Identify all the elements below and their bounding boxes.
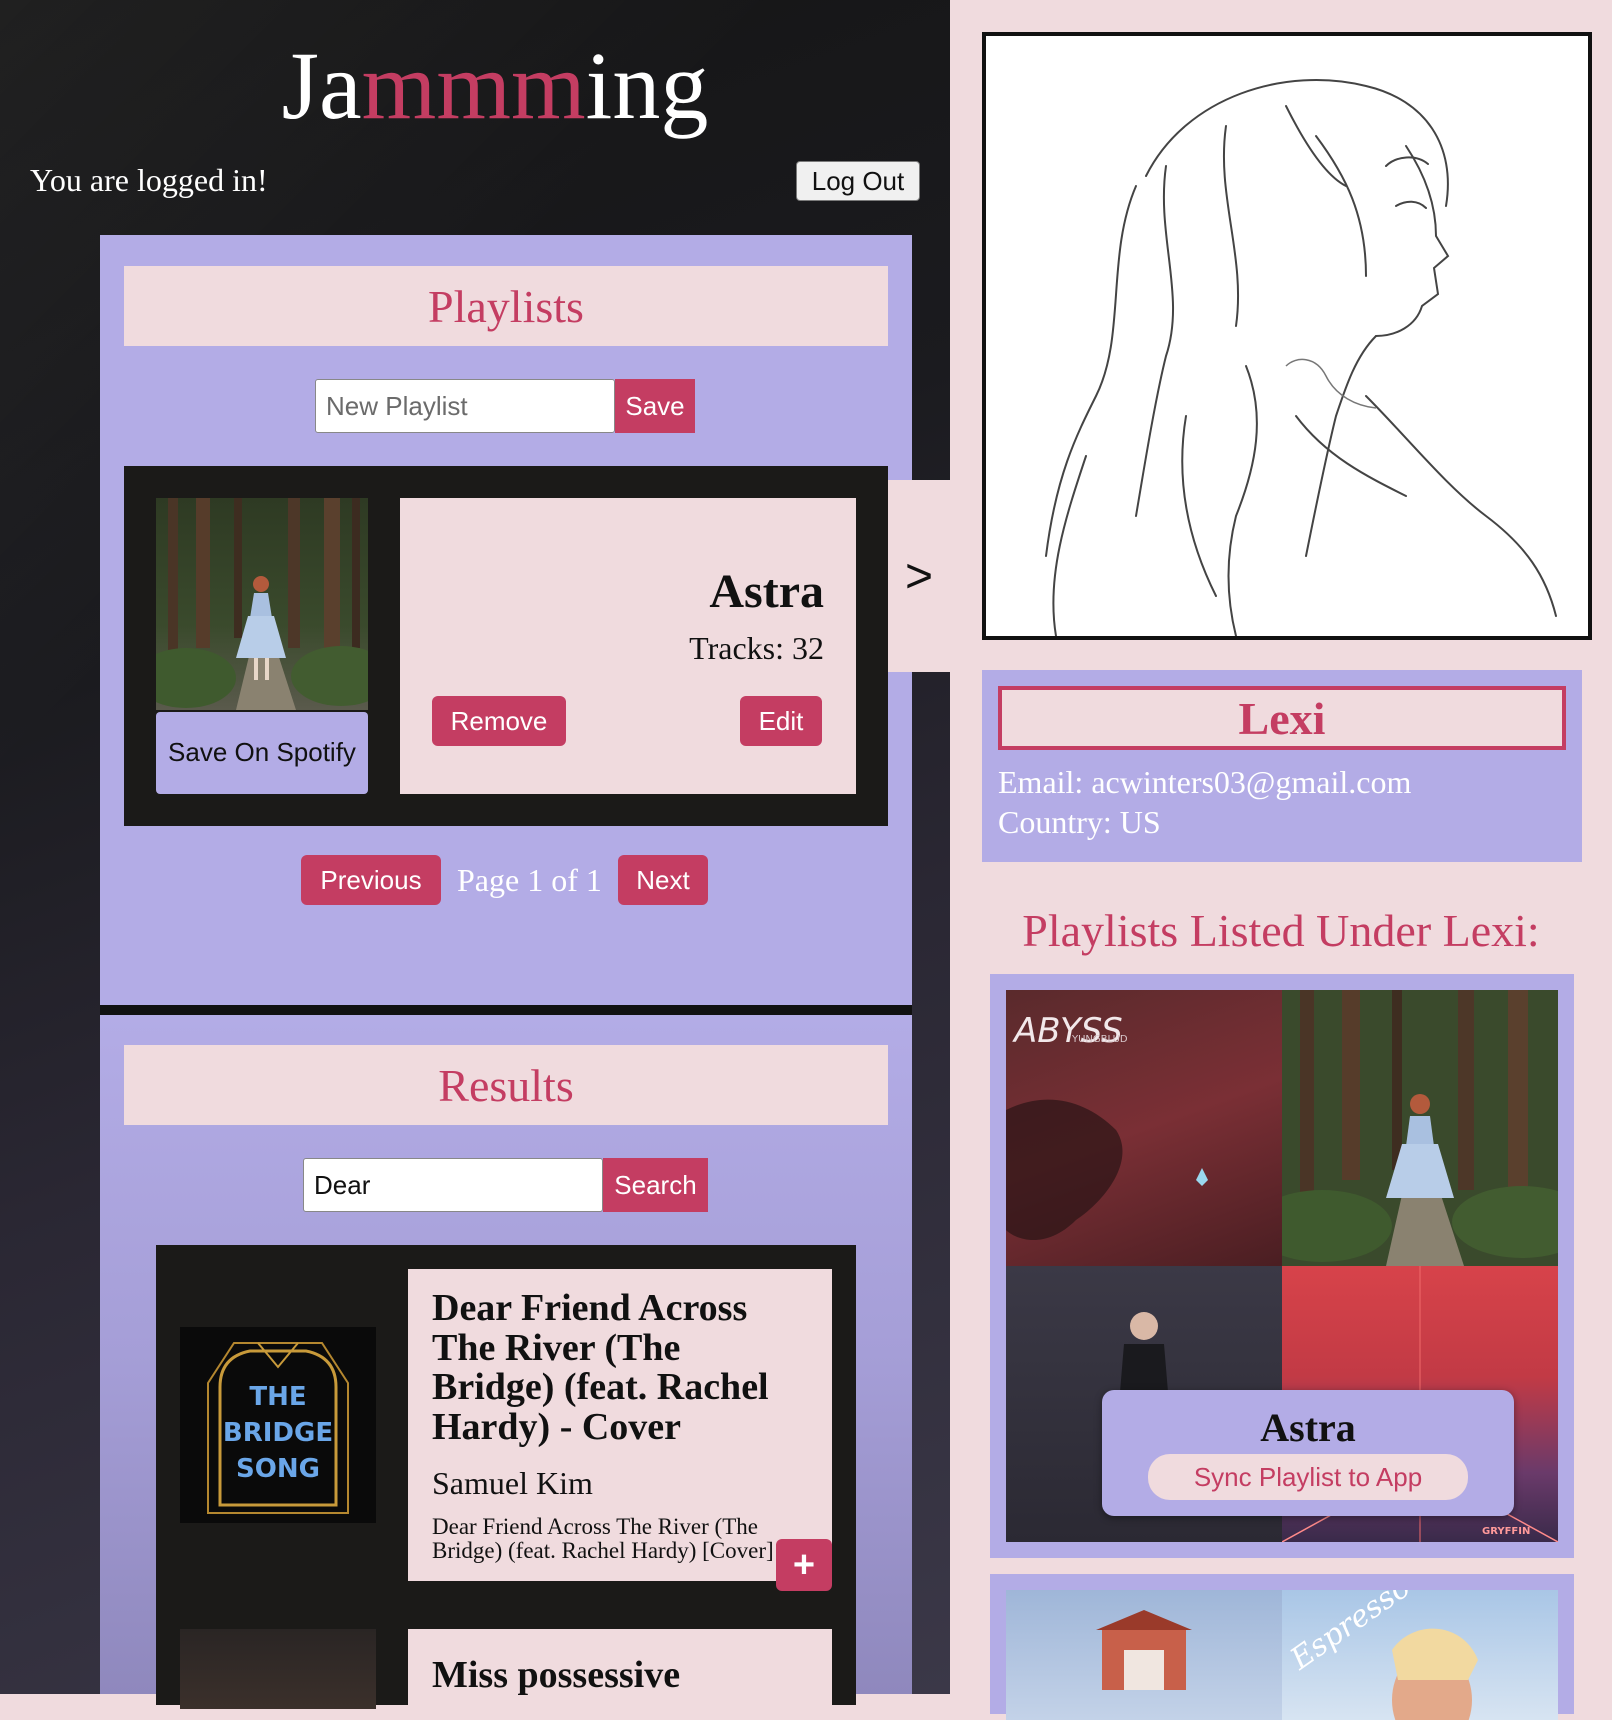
playlist-name: Astra (709, 565, 824, 618)
login-status: You are logged in! (30, 162, 268, 198)
playlist-card: Save On Spotify Astra Tracks: 32 Remove … (124, 466, 888, 826)
track-album: Dear Friend Across The River (The Bridge… (432, 1514, 774, 1564)
playlist-info: Astra Tracks: 32 Remove Edit (400, 498, 856, 794)
cover-text-line-1: THE (249, 1382, 306, 1412)
results-list: THE BRIDGE SONG Dear Friend Across The R… (156, 1245, 856, 1709)
track-2-cover-image (180, 1629, 376, 1709)
track-2-info: Miss possessive (408, 1629, 832, 1709)
profile-image (982, 32, 1592, 640)
playlist-track-count: Tracks: 32 (689, 630, 824, 666)
user-email: Email: acwinters03@gmail.com (998, 764, 1412, 800)
app-title-part-3: ing (585, 32, 709, 139)
track-artist: Samuel Kim (432, 1465, 593, 1501)
cover-tile-1-subtext: YUNGBLUD (1071, 1034, 1128, 1045)
cover-text-line-3: SONG (236, 1454, 320, 1484)
expand-arrow-button[interactable]: > (888, 480, 950, 672)
cover-tile-1: ABYSS YUNGBLUD (1006, 990, 1282, 1266)
panel-divider (100, 1005, 912, 1015)
search-button[interactable]: Search (603, 1158, 708, 1212)
save-playlist-button[interactable]: Save (615, 379, 695, 433)
logout-button[interactable]: Log Out (796, 161, 920, 201)
track-info: Dear Friend Across The River (The Bridge… (408, 1269, 832, 1581)
listed-playlist-card: ABYSS YUNGBLUD GRYFFIN Astra Sync Playli… (990, 974, 1574, 1558)
playlists-heading: Playlists (124, 266, 888, 346)
cover-text-line-2: BRIDGE (223, 1418, 333, 1448)
new-playlist-input[interactable] (315, 379, 615, 433)
app-title-accent: mmm (361, 32, 586, 139)
track-2-title: Miss possessive (432, 1654, 681, 1696)
save-on-spotify-button[interactable]: Save On Spotify (156, 712, 368, 794)
listed-playlist-name: Astra (1260, 1405, 1356, 1450)
results-heading: Results (124, 1045, 888, 1125)
listed-playlist-card-2: Espresso (990, 1574, 1574, 1720)
playlist-cover-mosaic-2: Espresso (1006, 1590, 1558, 1720)
user-name: Lexi (998, 686, 1566, 750)
playlist-cover-image (156, 498, 368, 710)
cover-tile-2-2: Espresso (1282, 1590, 1558, 1720)
user-info-card: Lexi Email: acwinters03@gmail.com Countr… (982, 670, 1582, 862)
results-panel: Results Search THE BRIDGE SONG Dear Frie… (100, 1015, 912, 1709)
user-country: Country: US (998, 804, 1161, 840)
previous-page-button[interactable]: Previous (301, 855, 441, 905)
right-column: Lexi Email: acwinters03@gmail.com Countr… (950, 0, 1612, 1720)
cover-tile-2 (1282, 990, 1558, 1266)
app-title-part-1: Ja (281, 32, 362, 139)
playlist-cover-mosaic: ABYSS YUNGBLUD GRYFFIN Astra Sync Playli… (1006, 990, 1558, 1542)
cover-tile-4-text: GRYFFIN (1482, 1526, 1530, 1537)
page-indicator: Page 1 of 1 (457, 862, 602, 898)
playlists-panel: Playlists Save (100, 235, 912, 1005)
cover-tile-1-text: ABYSS (1012, 1011, 1123, 1051)
left-column: Jammming You are logged in! Log Out Play… (0, 0, 950, 1709)
remove-playlist-button[interactable]: Remove (432, 696, 566, 746)
cover-tile-2-1 (1006, 1590, 1282, 1720)
edit-playlist-button[interactable]: Edit (740, 696, 822, 746)
search-input[interactable] (303, 1158, 603, 1212)
sync-playlist-button[interactable]: Sync Playlist to App (1148, 1454, 1468, 1500)
playlist-overlay: Astra Sync Playlist to App (1102, 1390, 1514, 1516)
track-title: Dear Friend Across The River (The Bridge… (432, 1287, 769, 1448)
next-page-button[interactable]: Next (618, 855, 708, 905)
add-track-button[interactable]: + (776, 1539, 832, 1591)
listed-playlists-heading: Playlists Listed Under Lexi: (1022, 905, 1540, 956)
app-title: Jammming (0, 38, 990, 134)
track-cover-image: THE BRIDGE SONG (180, 1327, 376, 1523)
